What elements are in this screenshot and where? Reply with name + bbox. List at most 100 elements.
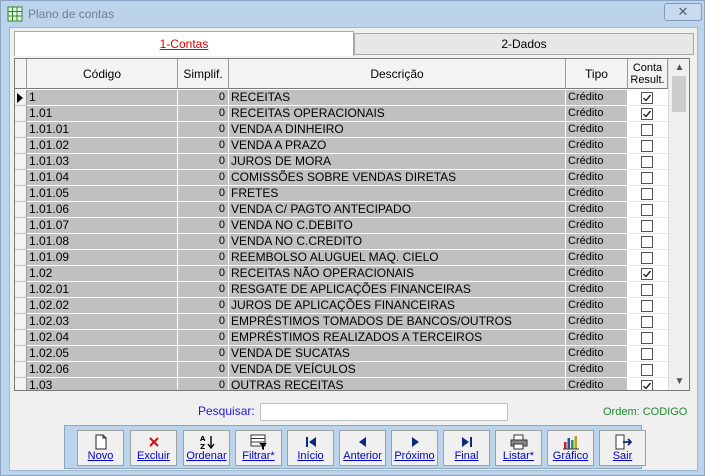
cell-tipo[interactable]: Crédito — [566, 138, 628, 154]
cell-descricao[interactable]: EMPRÉSTIMOS REALIZADOS A TERCEIROS — [229, 330, 566, 346]
cell-codigo[interactable]: 1.03 — [27, 378, 178, 390]
tab-dados[interactable]: 2-Dados — [354, 33, 694, 55]
tab-contas[interactable]: 1-Contas — [14, 31, 354, 56]
cell-codigo[interactable]: 1.01.09 — [27, 250, 178, 266]
cell-simplif[interactable]: 0 — [178, 122, 229, 138]
cell-codigo[interactable]: 1.02.01 — [27, 282, 178, 298]
conta-result-checkbox[interactable] — [641, 364, 653, 376]
cell-descricao[interactable]: FRETES — [229, 186, 566, 202]
cell-conta-result[interactable] — [628, 122, 668, 138]
cell-simplif[interactable]: 0 — [178, 282, 229, 298]
toolbar-button-10[interactable]: Gráfico — [547, 430, 594, 466]
cell-descricao[interactable]: REEMBOLSO ALUGUEL MAQ. CIELO — [229, 250, 566, 266]
cell-simplif[interactable]: 0 — [178, 298, 229, 314]
cell-tipo[interactable]: Crédito — [566, 282, 628, 298]
conta-result-checkbox[interactable] — [641, 348, 653, 360]
conta-result-checkbox[interactable] — [641, 108, 653, 120]
cell-tipo[interactable]: Crédito — [566, 314, 628, 330]
table-row[interactable]: 1.02.02 0 JUROS DE APLICAÇÕES FINANCEIRAS C… — [15, 298, 668, 314]
toolbar-button-9[interactable]: Listar* — [495, 430, 542, 466]
cell-simplif[interactable]: 0 — [178, 250, 229, 266]
row-indicator[interactable] — [15, 330, 27, 346]
conta-result-checkbox[interactable] — [641, 172, 653, 184]
cell-simplif[interactable]: 0 — [178, 346, 229, 362]
table-row[interactable]: 1.01.08 0 VENDA NO C.CREDITO Crédito — [15, 234, 668, 250]
row-indicator[interactable] — [15, 378, 27, 390]
cell-conta-result[interactable] — [628, 346, 668, 362]
cell-simplif[interactable]: 0 — [178, 106, 229, 122]
cell-descricao[interactable]: EMPRÉSTIMOS TOMADOS DE BANCOS/OUTROS — [229, 314, 566, 330]
cell-simplif[interactable]: 0 — [178, 234, 229, 250]
cell-tipo[interactable]: Crédito — [566, 378, 628, 390]
cell-codigo[interactable]: 1 — [27, 90, 178, 106]
cell-codigo[interactable]: 1.02.03 — [27, 314, 178, 330]
row-indicator[interactable] — [15, 186, 27, 202]
cell-descricao[interactable]: VENDA C/ PAGTO ANTECIPADO — [229, 202, 566, 218]
cell-simplif[interactable]: 0 — [178, 138, 229, 154]
cell-simplif[interactable]: 0 — [178, 218, 229, 234]
cell-conta-result[interactable] — [628, 282, 668, 298]
cell-tipo[interactable]: Crédito — [566, 362, 628, 378]
table-row[interactable]: 1.02.01 0 RESGATE DE APLICAÇÕES FINANCEIRA… — [15, 282, 668, 298]
conta-result-checkbox[interactable] — [641, 204, 653, 216]
cell-simplif[interactable]: 0 — [178, 266, 229, 282]
search-input[interactable] — [260, 403, 508, 421]
row-indicator[interactable] — [15, 122, 27, 138]
cell-conta-result[interactable] — [628, 266, 668, 282]
cell-descricao[interactable]: RECEITAS OPERACIONAIS — [229, 106, 566, 122]
toolbar-button-3[interactable]: A Z Ordenar — [183, 430, 230, 466]
toolbar-button-2[interactable]: Excluir — [130, 430, 177, 466]
header-conta-result[interactable]: Conta Result. — [628, 59, 668, 89]
cell-tipo[interactable]: Crédito — [566, 154, 628, 170]
cell-descricao[interactable]: VENDA A PRAZO — [229, 138, 566, 154]
cell-conta-result[interactable] — [628, 330, 668, 346]
conta-result-checkbox[interactable] — [641, 140, 653, 152]
toolbar-button-5[interactable]: Início — [287, 430, 334, 466]
cell-simplif[interactable]: 0 — [178, 330, 229, 346]
cell-descricao[interactable]: COMISSÕES SOBRE VENDAS DIRETAS — [229, 170, 566, 186]
cell-simplif[interactable]: 0 — [178, 154, 229, 170]
row-indicator[interactable] — [15, 154, 27, 170]
table-row[interactable]: 1.02 0 RECEITAS NÃO OPERACIONAIS Crédito — [15, 266, 668, 282]
cell-simplif[interactable]: 0 — [178, 90, 229, 106]
table-row[interactable]: 1.01.04 0 COMISSÕES SOBRE VENDAS DIRETAS Cr… — [15, 170, 668, 186]
row-indicator[interactable] — [15, 90, 27, 106]
conta-result-checkbox[interactable] — [641, 252, 653, 264]
cell-codigo[interactable]: 1.01.05 — [27, 186, 178, 202]
cell-descricao[interactable]: RESGATE DE APLICAÇÕES FINANCEIRAS — [229, 282, 566, 298]
table-row[interactable]: 1.02.05 0 VENDA DE SUCATAS Crédito — [15, 346, 668, 362]
conta-result-checkbox[interactable] — [641, 268, 653, 280]
row-indicator[interactable] — [15, 170, 27, 186]
cell-conta-result[interactable] — [628, 202, 668, 218]
conta-result-checkbox[interactable] — [641, 316, 653, 328]
cell-tipo[interactable]: Crédito — [566, 330, 628, 346]
table-row[interactable]: 1.03 0 OUTRAS RECEITAS Crédito — [15, 378, 668, 390]
table-row[interactable]: 1.01 0 RECEITAS OPERACIONAIS Crédito — [15, 106, 668, 122]
cell-codigo[interactable]: 1.02.02 — [27, 298, 178, 314]
close-button[interactable]: ✕ — [664, 3, 702, 21]
cell-codigo[interactable]: 1.02.06 — [27, 362, 178, 378]
cell-simplif[interactable]: 0 — [178, 202, 229, 218]
cell-conta-result[interactable] — [628, 362, 668, 378]
row-indicator[interactable] — [15, 298, 27, 314]
conta-result-checkbox[interactable] — [641, 124, 653, 136]
toolbar-button-11[interactable]: Sair — [599, 430, 646, 466]
cell-conta-result[interactable] — [628, 90, 668, 106]
cell-codigo[interactable]: 1.01.08 — [27, 234, 178, 250]
row-indicator[interactable] — [15, 202, 27, 218]
vertical-scrollbar[interactable]: ▲ ▼ — [668, 59, 689, 390]
header-simplif[interactable]: Simplif. — [178, 59, 229, 89]
cell-simplif[interactable]: 0 — [178, 186, 229, 202]
toolbar-button-7[interactable]: Próximo — [391, 430, 438, 466]
cell-tipo[interactable]: Crédito — [566, 90, 628, 106]
table-row[interactable]: 1.02.03 0 EMPRÉSTIMOS TOMADOS DE BANCOS/OU… — [15, 314, 668, 330]
table-row[interactable]: 1.01.09 0 REEMBOLSO ALUGUEL MAQ. CIELO Créd… — [15, 250, 668, 266]
accounts-grid[interactable]: Código Simplif. Descrição Tipo Conta Res… — [14, 58, 690, 391]
table-row[interactable]: 1.02.06 0 VENDA DE VEÍCULOS Crédito — [15, 362, 668, 378]
cell-descricao[interactable]: OUTRAS RECEITAS — [229, 378, 566, 390]
cell-codigo[interactable]: 1.01.06 — [27, 202, 178, 218]
cell-simplif[interactable]: 0 — [178, 170, 229, 186]
cell-tipo[interactable]: Crédito — [566, 266, 628, 282]
row-indicator[interactable] — [15, 282, 27, 298]
cell-descricao[interactable]: VENDA NO C.DEBITO — [229, 218, 566, 234]
